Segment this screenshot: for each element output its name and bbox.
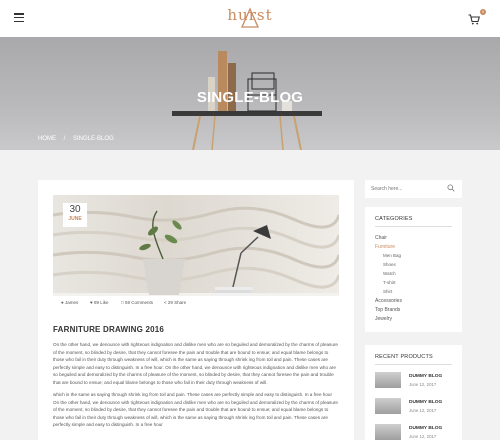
post-image-illustration [53,206,339,310]
breadcrumb-separator: / [63,136,66,142]
post-body: On the other hand, we denounce with righ… [53,341,339,434]
recent-product-date: June 12, 2017 [409,408,437,413]
breadcrumb-home[interactable]: HOME [38,136,56,142]
post-image: 30 JUNE [53,195,339,310]
post-title: FARNITURE DRAWING 2016 [53,325,165,334]
sidebar-search [365,180,462,198]
user-icon: ● [61,300,64,305]
category-t-shirt[interactable]: T-shirt [383,280,396,285]
recent-product-item[interactable]: DUMMY BLOG June 12, 2017 [375,424,455,440]
post-date-day: 30 [69,204,81,215]
category-accessories[interactable]: Accessories [375,298,402,304]
post-date-badge: 30 JUNE [63,203,87,227]
recent-product-thumbnail[interactable] [375,398,401,414]
logo[interactable]: hurst [225,6,275,32]
categories-widget: CATEGORIES Chair Furniture Men Bag Shoes Wat… [365,207,462,332]
post-author[interactable]: ● James [61,300,78,305]
divider [375,226,452,227]
post-meta-bar: ● James ♥ 89 Like □ 59 Comments < 29 Sha… [53,296,339,310]
recent-product-title[interactable]: DUMMY BLOG [409,426,442,431]
post-likes[interactable]: ♥ 89 Like [90,300,108,305]
hero-banner: SINGLE-BLOG HOME / SINGLE-BLOG [0,37,500,150]
recent-product-item[interactable]: DUMMY BLOG June 12, 2017 [375,372,455,390]
post-comments-count: 59 Comments [124,300,153,305]
post-likes-count: 89 Like [93,300,109,305]
search-input[interactable] [371,185,441,193]
category-furniture[interactable]: Furniture [375,244,395,250]
cart-button[interactable]: 0 [468,9,486,25]
page-title: SINGLE-BLOG [196,89,304,106]
category-men-bag[interactable]: Men Bag [383,253,401,258]
recent-product-date: June 12, 2017 [409,382,437,387]
comment-icon: □ [121,300,124,305]
post-date-month: JUNE [68,216,82,222]
post-shares-count: 29 Share [167,300,187,305]
category-jewelry[interactable]: Jewelry [375,316,392,322]
recent-product-title[interactable]: DUMMY BLOG [409,374,442,379]
category-shirt[interactable]: Shirt [383,289,392,294]
breadcrumb-current: SINGLE-BLOG [73,136,114,142]
category-chair[interactable]: Chair [375,235,387,241]
categories-title: CATEGORIES [375,216,413,222]
search-icon[interactable] [447,184,455,192]
cart-icon [468,14,481,25]
cart-count-badge: 0 [480,9,486,15]
recent-product-title[interactable]: DUMMY BLOG [409,400,442,405]
category-watch[interactable]: Watch [383,271,396,276]
post-shares[interactable]: < 29 Share [164,300,186,305]
menu-icon[interactable] [14,13,24,23]
recent-product-thumbnail[interactable] [375,372,401,388]
category-shoes[interactable]: Shoes [383,262,396,267]
top-bar: hurst 0 [0,0,500,37]
share-icon: < [164,300,167,305]
heart-icon: ♥ [90,300,93,305]
post-paragraph: which is the same as saying through shri… [53,392,338,427]
recent-product-thumbnail[interactable] [375,424,401,440]
post-paragraph: On the other hand, we denounce with righ… [53,342,338,385]
recent-product-date: June 12, 2017 [409,434,437,439]
divider [375,364,452,365]
post-author-name: James [64,300,79,305]
blog-post: 30 JUNE ● James ♥ 89 Like □ 59 Comments … [38,180,354,440]
recent-products-title: RECENT PRODUCTS [375,354,433,360]
recent-product-item[interactable]: DUMMY BLOG June 12, 2017 [375,398,455,416]
breadcrumb: HOME / SINGLE-BLOG [38,136,120,142]
logo-text: hurst [227,6,273,24]
category-top-brands[interactable]: Top Brands [375,307,400,313]
recent-products-widget: RECENT PRODUCTS DUMMY BLOG June 12, 2017… [365,345,462,440]
post-comments[interactable]: □ 59 Comments [121,300,153,305]
